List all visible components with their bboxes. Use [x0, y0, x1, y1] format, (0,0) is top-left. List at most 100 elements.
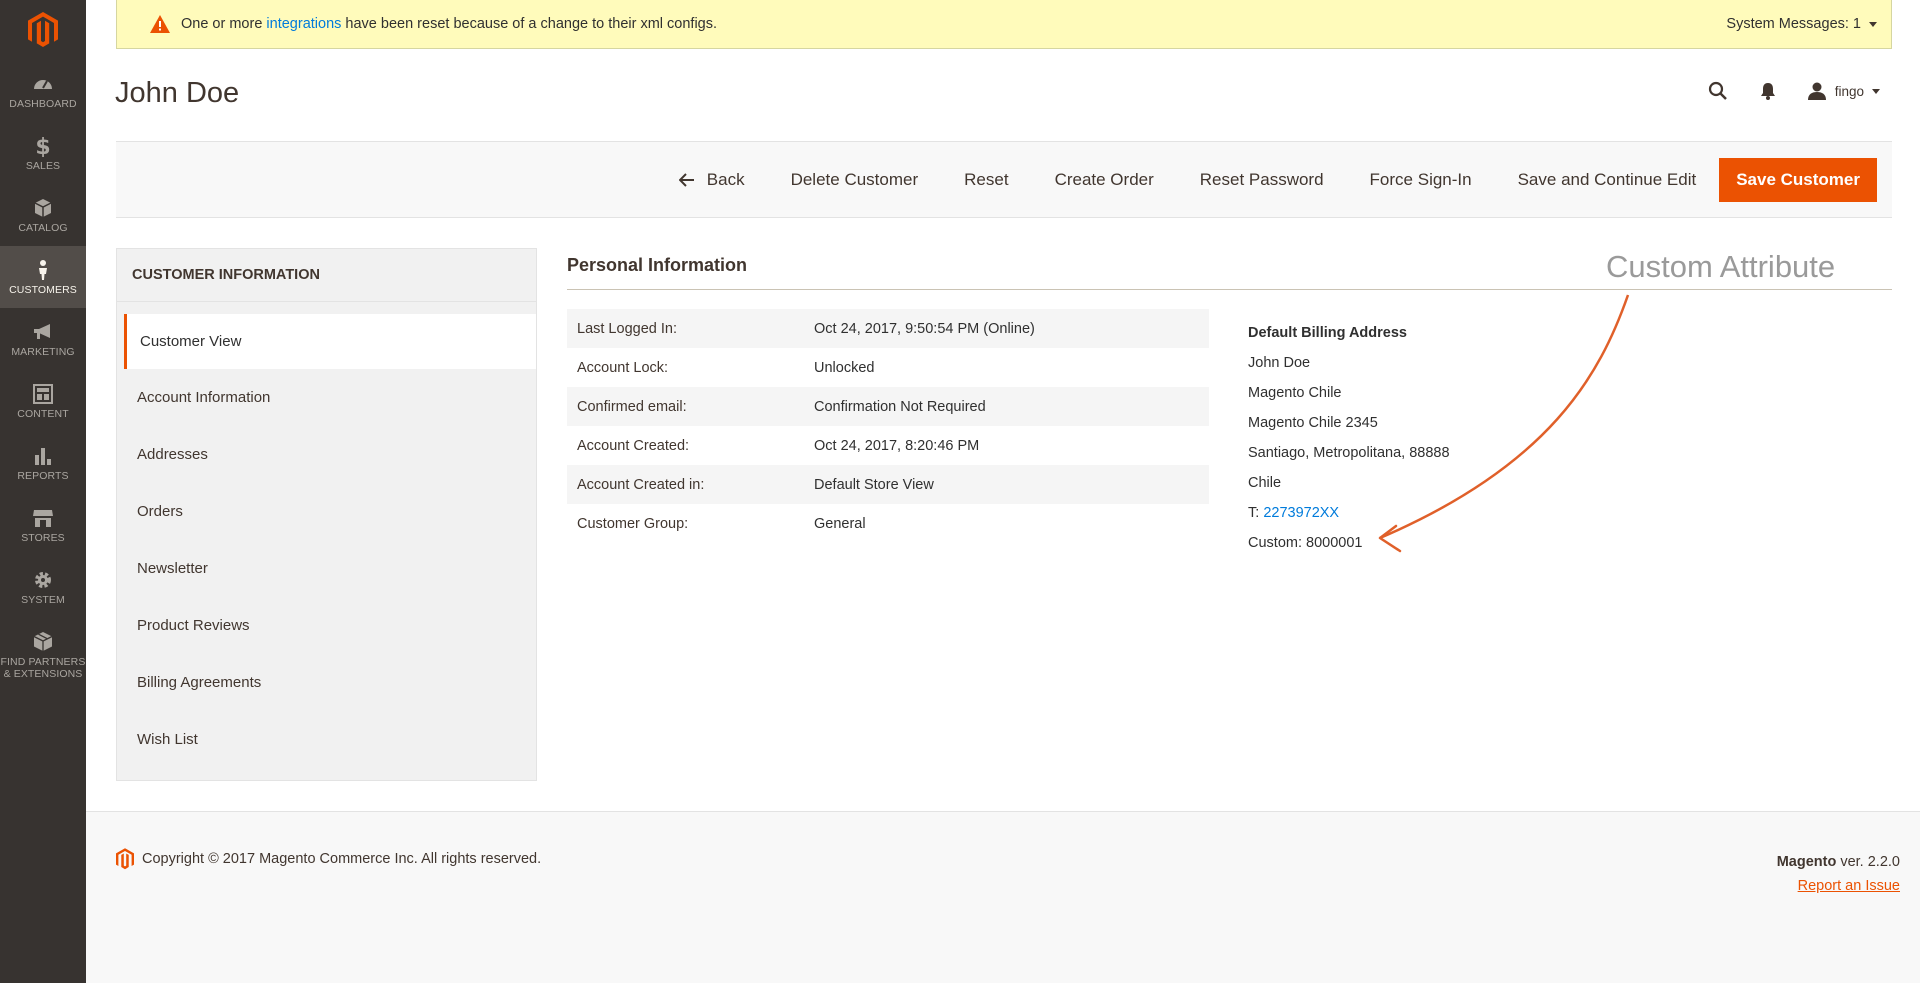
page-footer: Copyright © 2017 Magento Commerce Inc. A…	[86, 811, 1920, 983]
nav-customers[interactable]: CUSTOMERS	[0, 246, 86, 308]
nav-sales[interactable]: $ SALES	[0, 122, 86, 184]
back-button[interactable]: Back	[656, 158, 768, 202]
table-row: Confirmed email: Confirmation Not Require…	[567, 387, 1209, 426]
extensions-icon	[33, 631, 53, 651]
nav-stores[interactable]: STORES	[0, 494, 86, 556]
create-order-button[interactable]: Create Order	[1032, 158, 1177, 202]
tab-orders[interactable]: Orders	[117, 483, 536, 540]
tab-billing-agreements[interactable]: Billing Agreements	[117, 654, 536, 711]
nav-label: MARKETING	[11, 345, 75, 358]
row-label: Confirmed email:	[577, 398, 687, 415]
table-row: Account Lock: Unlocked	[567, 348, 1209, 387]
row-value: General	[814, 515, 866, 532]
system-messages-dropdown[interactable]: System Messages: 1	[1726, 16, 1877, 32]
nav-label: CUSTOMERS	[9, 283, 77, 296]
nav-content[interactable]: CONTENT	[0, 370, 86, 432]
user-name: fingo	[1834, 83, 1864, 99]
user-icon	[1807, 82, 1826, 100]
copyright-text: Copyright © 2017 Magento Commerce Inc. A…	[142, 851, 542, 867]
row-value: Default Store View	[814, 476, 934, 493]
box-icon	[34, 198, 52, 217]
nav-label: FIND PARTNERS	[0, 655, 86, 668]
force-signin-button[interactable]: Force Sign-In	[1347, 158, 1495, 202]
nav-marketing[interactable]: MARKETING	[0, 308, 86, 370]
magento-logo-icon	[116, 848, 134, 870]
magento-logo-icon	[28, 12, 58, 47]
system-messages-count: System Messages: 1	[1726, 16, 1861, 32]
nav-label: SALES	[25, 159, 61, 172]
brand-name: Magento	[1776, 854, 1837, 870]
phone-link[interactable]: 2273972XX	[1263, 505, 1339, 521]
reset-button[interactable]: Reset	[941, 158, 1031, 202]
nav-catalog[interactable]: CATALOG	[0, 184, 86, 246]
admin-sidebar: DASHBOARD $ SALES CATALOG CUSTOMERS MARK…	[0, 0, 86, 983]
annotation-arrow	[1378, 294, 1630, 553]
nav-find-partners[interactable]: FIND PARTNERS & EXTENSIONS	[0, 618, 86, 692]
nav-label: SYSTEM	[21, 593, 65, 606]
table-row: Account Created in: Default Store View	[567, 465, 1209, 504]
tab-product-reviews[interactable]: Product Reviews	[117, 597, 536, 654]
tab-customer-view[interactable]: Customer View	[124, 314, 536, 369]
page-title: John Doe	[115, 77, 240, 109]
nav-label: DASHBOARD	[9, 97, 77, 110]
chevron-down-icon	[1872, 88, 1880, 94]
gear-icon	[35, 571, 51, 588]
system-message-text: One or more integrations have been reset…	[181, 16, 717, 32]
annotation-label: Custom Attribute	[1606, 249, 1836, 284]
row-value: Unlocked	[814, 359, 875, 376]
nav-label: REPORTS	[17, 469, 69, 482]
magento-logo[interactable]	[0, 0, 86, 60]
row-label: Last Logged In:	[577, 320, 677, 337]
nav-label: & EXTENSIONS	[3, 667, 83, 680]
bell-icon[interactable]	[1757, 80, 1779, 102]
footer-copyright: Copyright © 2017 Magento Commerce Inc. A…	[116, 848, 541, 870]
person-icon	[39, 259, 47, 280]
tab-account-information[interactable]: Account Information	[117, 369, 536, 426]
table-row: Account Created: Oct 24, 2017, 8:20:46 PM	[567, 426, 1209, 465]
delete-customer-button[interactable]: Delete Customer	[768, 158, 942, 202]
tab-newsletter[interactable]: Newsletter	[117, 540, 536, 597]
row-value: Confirmation Not Required	[814, 398, 986, 415]
megaphone-icon	[34, 323, 50, 339]
tab-addresses[interactable]: Addresses	[117, 426, 536, 483]
footer-version: Magento ver. 2.2.0 Report an Issue	[1777, 850, 1900, 898]
integrations-link[interactable]: integrations	[266, 16, 341, 32]
customer-tabs: CUSTOMER INFORMATION Customer View Accou…	[116, 248, 537, 781]
layout-icon	[33, 383, 53, 404]
row-value: Oct 24, 2017, 8:20:46 PM	[814, 437, 980, 454]
row-label: Customer Group:	[577, 515, 689, 532]
page-actions-toolbar: Back Delete Customer Reset Create Order …	[116, 141, 1892, 218]
warning-icon	[149, 14, 171, 34]
nav-system[interactable]: SYSTEM	[0, 556, 86, 618]
save-customer-button[interactable]: Save Customer	[1719, 157, 1877, 202]
phone-prefix: T:	[1248, 505, 1264, 521]
table-row: Last Logged In: Oct 24, 2017, 9:50:54 PM …	[567, 309, 1209, 348]
storefront-icon	[33, 509, 53, 527]
reset-password-button[interactable]: Reset Password	[1177, 158, 1347, 202]
report-issue-link[interactable]: Report an Issue	[1798, 878, 1900, 894]
row-label: Account Created in:	[577, 476, 705, 493]
dollar-icon: $	[35, 135, 50, 157]
version-text: ver. 2.2.0	[1836, 854, 1900, 870]
header-actions: fingo	[1707, 80, 1880, 102]
back-label: Back	[706, 169, 745, 189]
table-row: Customer Group: General	[567, 504, 1209, 543]
arrow-left-icon	[678, 172, 694, 187]
save-continue-button[interactable]: Save and Continue Edit	[1495, 158, 1720, 202]
nav-dashboard[interactable]: DASHBOARD	[0, 60, 86, 122]
user-menu[interactable]: fingo	[1807, 82, 1880, 100]
nav-label: CATALOG	[18, 221, 68, 234]
version-line: Magento ver. 2.2.0	[1777, 850, 1900, 874]
tab-wish-list[interactable]: Wish List	[117, 711, 536, 768]
tabs-title: CUSTOMER INFORMATION	[117, 249, 536, 302]
bar-chart-icon	[35, 447, 51, 465]
personal-info-table: Last Logged In: Oct 24, 2017, 9:50:54 PM …	[567, 309, 1209, 543]
search-icon[interactable]	[1707, 80, 1729, 102]
system-message-bar: One or more integrations have been reset…	[116, 0, 1892, 49]
nav-label: CONTENT	[17, 407, 69, 420]
dashboard-icon	[34, 79, 52, 89]
nav-reports[interactable]: REPORTS	[0, 432, 86, 494]
row-label: Account Created:	[577, 437, 690, 454]
system-message-suffix: have been reset because of a change to t…	[341, 16, 718, 32]
row-label: Account Lock:	[577, 359, 669, 376]
